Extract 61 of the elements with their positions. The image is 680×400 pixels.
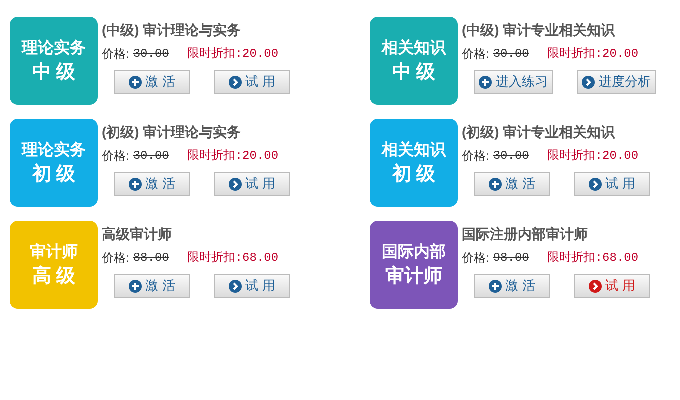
discount-price: 限时折扣:20.00 [187, 46, 279, 63]
chevron-icon [228, 178, 242, 190]
course-title: (中级) 审计专业相关知识 [462, 21, 616, 40]
price-label: 价格: [462, 46, 490, 63]
discount-price: 限时折扣:20.00 [547, 148, 639, 165]
tile-level: 中 级 [392, 62, 436, 82]
action-button[interactable]: 试 用 [214, 274, 290, 298]
chevron-icon [588, 178, 602, 190]
plus-icon [479, 76, 492, 88]
tile-level: 审计师 [386, 266, 442, 286]
price-label: 价格: [102, 148, 130, 165]
tile-title: 相关知识 [382, 142, 446, 158]
tile-title: 相关知识 [382, 40, 446, 56]
chevron-icon [228, 280, 242, 292]
course-tile[interactable]: 国际内部 审计师 [370, 221, 458, 309]
course-title: (中级) 审计理论与实务 [102, 21, 242, 40]
action-button[interactable]: 试 用 [214, 172, 290, 196]
price-label: 价格: [462, 148, 490, 165]
action-button[interactable]: 激 活 [114, 70, 190, 94]
original-price: 30.00 [133, 148, 170, 165]
discount-price: 限时折扣:68.00 [187, 250, 279, 267]
action-button[interactable]: 试 用 [574, 172, 650, 196]
tile-level: 初 级 [32, 164, 76, 184]
action-button[interactable]: 激 活 [114, 274, 190, 298]
chevron-icon [228, 76, 242, 88]
price-label: 价格: [102, 46, 130, 63]
chevron-icon [582, 76, 595, 88]
course-title: (初级) 审计理论与实务 [102, 123, 242, 142]
price-label: 价格: [462, 250, 490, 267]
tile-title: 国际内部 [382, 244, 446, 260]
discount-price: 限时折扣:68.00 [547, 250, 639, 267]
tile-level: 中 级 [32, 62, 76, 82]
plus-icon [128, 178, 142, 190]
plus-icon [488, 178, 502, 190]
tile-level: 初 级 [392, 164, 436, 184]
discount-price: 限时折扣:20.00 [547, 46, 639, 63]
price-label: 价格: [102, 250, 130, 267]
plus-icon [128, 76, 142, 88]
action-button[interactable]: 进入练习 [474, 70, 553, 94]
tile-title: 审计师 [30, 244, 78, 260]
action-button[interactable]: 试 用 [214, 70, 290, 94]
tile-level: 高 级 [32, 266, 76, 286]
chevron-icon [588, 280, 602, 292]
original-price: 88.00 [133, 250, 170, 267]
action-button[interactable]: 试 用 [574, 274, 650, 298]
original-price: 98.00 [493, 250, 530, 267]
plus-icon [128, 280, 142, 292]
action-button[interactable]: 激 活 [114, 172, 190, 196]
discount-price: 限时折扣:20.00 [187, 148, 279, 165]
original-price: 30.00 [133, 46, 170, 63]
original-price: 30.00 [493, 148, 530, 165]
course-title: (初级) 审计专业相关知识 [462, 123, 616, 142]
action-button[interactable]: 激 活 [474, 274, 550, 298]
action-button[interactable]: 激 活 [474, 172, 550, 196]
tile-title: 理论实务 [22, 40, 86, 56]
tile-title: 理论实务 [22, 142, 86, 158]
action-button[interactable]: 进度分析 [577, 70, 656, 94]
plus-icon [488, 280, 502, 292]
course-title: 国际注册内部审计师 [462, 225, 589, 244]
course-title: 高级审计师 [102, 225, 173, 244]
original-price: 30.00 [493, 46, 530, 63]
